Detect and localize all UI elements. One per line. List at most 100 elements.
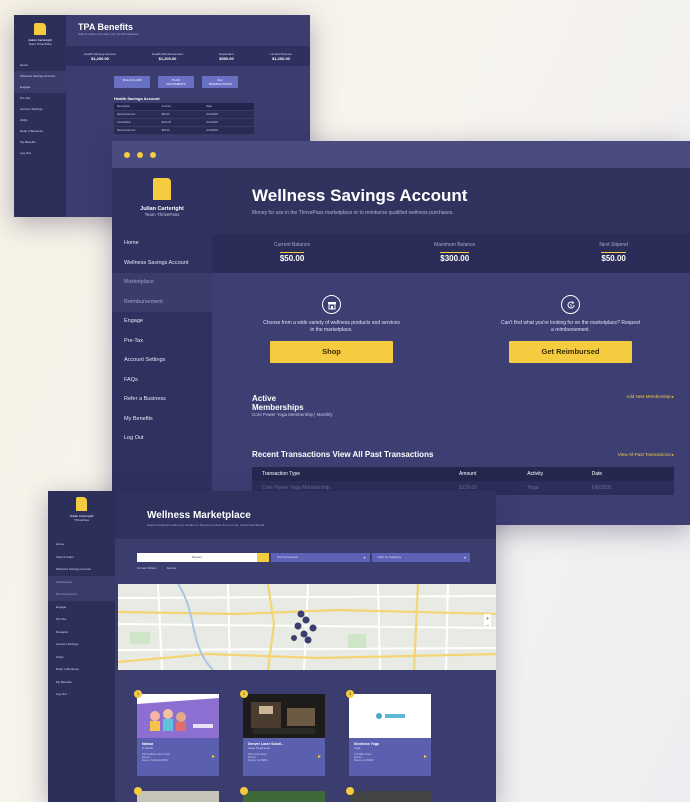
- vendor-number-badge: [240, 787, 248, 795]
- tpa-table-cell: Contribution: [117, 121, 131, 124]
- tpa-balance-bar: Health Savings Account $1,200.00 Health Re…: [66, 46, 310, 66]
- add-new-membership-link[interactable]: Add New Membership ▸: [626, 394, 674, 400]
- chevron-right-icon[interactable]: ▸: [318, 753, 321, 760]
- tpa-action-button[interactable]: PLAN DOCUMENTS: [158, 76, 194, 88]
- mkt-nav-item[interactable]: Marketplace: [48, 575, 115, 588]
- shop-button[interactable]: Shop: [270, 341, 393, 363]
- current-balance: Current Balance $50.00: [274, 242, 310, 266]
- nav-reimbursement[interactable]: Reimbursement: [112, 292, 212, 312]
- vendor-number-badge: 3: [346, 690, 354, 698]
- mkt-nav-item[interactable]: Reimbursement: [48, 588, 115, 601]
- mkt-nav-item[interactable]: Account Settings: [48, 638, 115, 651]
- location-search-input[interactable]: Denver: [137, 553, 257, 562]
- balance-bar: Current Balance $50.00 Maximum Balance $…: [212, 234, 690, 273]
- vendor-card-image[interactable]: [240, 787, 325, 802]
- search-bar: Denver Sort by Nearest Filter by Categor…: [137, 553, 470, 562]
- tpa-balance-value: $1,200.00: [272, 55, 290, 61]
- tpa-table-header-cell: Date: [206, 105, 212, 108]
- get-reimbursed-button[interactable]: Get Reimbursed: [509, 341, 632, 363]
- nav-home[interactable]: Home: [112, 234, 212, 254]
- mkt-nav-item[interactable]: Wellness Savings Account: [48, 563, 115, 576]
- vendor-number-badge: 2: [240, 690, 248, 698]
- nav-my-benefits[interactable]: My Benefits: [112, 410, 212, 430]
- marketplace-title: Wellness Marketplace: [147, 510, 251, 521]
- tpa-table-header-cell: Description: [117, 105, 130, 108]
- nav-engage[interactable]: Engage: [112, 312, 212, 332]
- tpa-action-button[interactable]: ALL TRANSACTIONS: [202, 76, 238, 88]
- svg-text:+: +: [485, 616, 489, 622]
- tpa-table-cell: $100.00: [161, 121, 172, 124]
- nav-refer-a-business[interactable]: Refer a Business: [112, 390, 212, 410]
- mkt-nav-item[interactable]: Engage: [48, 601, 115, 614]
- window-dot-icon[interactable]: [124, 151, 130, 158]
- wellness-marketplace-screen: Julian Carteright ThrivePass Home Submit …: [48, 491, 496, 802]
- vendor-card[interactable]: 1 Namaz In Studio 200 Castleton Street Suit…: [134, 690, 219, 776]
- nav-faqs[interactable]: FAQs: [112, 371, 212, 391]
- current-filters: Current Filters: Denver: [137, 566, 496, 570]
- nav-marketplace[interactable]: Marketplace: [112, 273, 212, 293]
- tpa-table-row[interactable]: Reimbursement $25.00 6/10/2018: [114, 127, 254, 135]
- tpa-nav-item[interactable]: Wellness Savings Account: [14, 71, 66, 82]
- tpa-table-title: Health Savings Account: [114, 96, 160, 101]
- chevron-right-icon: ▸: [671, 452, 674, 457]
- vendor-cards-row-2: [134, 787, 431, 802]
- view-all-transactions-link[interactable]: View All Past Transactions ▸: [618, 452, 674, 458]
- tpa-table-row[interactable]: Reimbursement $50.00 6/14/2018: [114, 111, 254, 119]
- tpa-nav-item[interactable]: Home: [14, 60, 66, 71]
- tpa-balance-value: $1,200.00: [91, 55, 109, 61]
- window-dot-icon[interactable]: [150, 151, 156, 158]
- mkt-nav-item[interactable]: Home: [48, 538, 115, 551]
- tpa-balance-item: Health Reimbursement $1,200.00: [152, 52, 183, 61]
- next-stipend: Next Stipend $50.00: [599, 242, 628, 266]
- mkt-nav-item[interactable]: Pre-Tax: [48, 613, 115, 626]
- vendor-category: In Studio: [142, 746, 154, 750]
- mkt-nav-item[interactable]: Rewards: [48, 626, 115, 639]
- tpa-nav-item[interactable]: My Benefits: [14, 137, 66, 148]
- thrivepass-logo-icon: [153, 178, 171, 200]
- filters-label: Current Filters:: [137, 566, 157, 570]
- vendor-card-image[interactable]: [346, 787, 431, 802]
- tpa-balance-item: Dependent $500.00: [219, 52, 234, 61]
- nav-account-settings[interactable]: Account Settings: [112, 351, 212, 371]
- search-go-button[interactable]: [257, 553, 269, 562]
- nav-wellness-savings-account[interactable]: Wellness Savings Account: [112, 254, 212, 274]
- window-dot-icon[interactable]: [137, 151, 143, 158]
- chevron-right-icon[interactable]: ▸: [212, 753, 215, 760]
- nav-pre-tax[interactable]: Pre-Tax: [112, 332, 212, 352]
- filter-chip-denver[interactable]: Denver: [167, 566, 177, 570]
- tpa-balance-value: $500.00: [219, 55, 234, 61]
- nav-log-out[interactable]: Log Out: [112, 429, 212, 449]
- tpa-nav-item[interactable]: Refer a Business: [14, 126, 66, 137]
- marketplace-sidebar: Julian Carteright ThrivePass Home Submit …: [48, 491, 115, 802]
- tpa-table-row[interactable]: Contribution $100.00 6/12/2018: [114, 119, 254, 127]
- window-titlebar: [112, 141, 690, 168]
- vendor-card[interactable]: 2 Denver Laser Soluti... Laser Treatments 1…: [240, 690, 325, 776]
- transactions-cell: 6/6/2018: [591, 485, 612, 491]
- vendor-card-image[interactable]: [134, 787, 219, 802]
- mkt-nav-item[interactable]: Refer a Business: [48, 663, 115, 676]
- tpa-nav-item[interactable]: Engage: [14, 82, 66, 93]
- tpa-action-button[interactable]: FILE A CLAIM: [114, 76, 150, 88]
- mkt-nav-item[interactable]: Submit Claim: [48, 551, 115, 564]
- recent-transactions-heading: Recent Transactions View All Past Transa…: [252, 450, 434, 459]
- mkt-user-team: ThrivePass: [73, 518, 89, 522]
- mkt-nav-item[interactable]: My Benefits: [48, 676, 115, 689]
- thrivepass-logo-icon: [76, 497, 87, 511]
- mkt-nav-item[interactable]: FAQs: [48, 651, 115, 664]
- category-select[interactable]: Filter by Category: [371, 553, 470, 562]
- vendor-number-badge: 1: [134, 690, 142, 698]
- tpa-balance-item: Health Savings Account $1,200.00: [84, 52, 116, 61]
- chevron-right-icon[interactable]: ▸: [424, 753, 427, 760]
- tpa-nav-item[interactable]: Account Settings: [14, 104, 66, 115]
- mkt-nav-item[interactable]: Log Out: [48, 688, 115, 701]
- vendor-card[interactable]: 3 Kindness Yoga Yoga 3 W Main Street Denver…: [346, 690, 431, 776]
- tpa-nav-item[interactable]: FAQs: [14, 115, 66, 126]
- sort-select[interactable]: Sort by Nearest: [271, 553, 370, 562]
- vendor-map[interactable]: + −: [118, 584, 496, 670]
- vendor-address: 3 W Main Street Denver Denver, Co 80202: [354, 753, 374, 763]
- tpa-balance-label: Dependent: [219, 51, 234, 56]
- tpa-nav-item[interactable]: Log Out: [14, 148, 66, 159]
- tpa-nav-item[interactable]: Pre-Tax: [14, 93, 66, 104]
- current-balance-value: $50.00: [279, 251, 305, 263]
- svg-text:$: $: [569, 303, 571, 307]
